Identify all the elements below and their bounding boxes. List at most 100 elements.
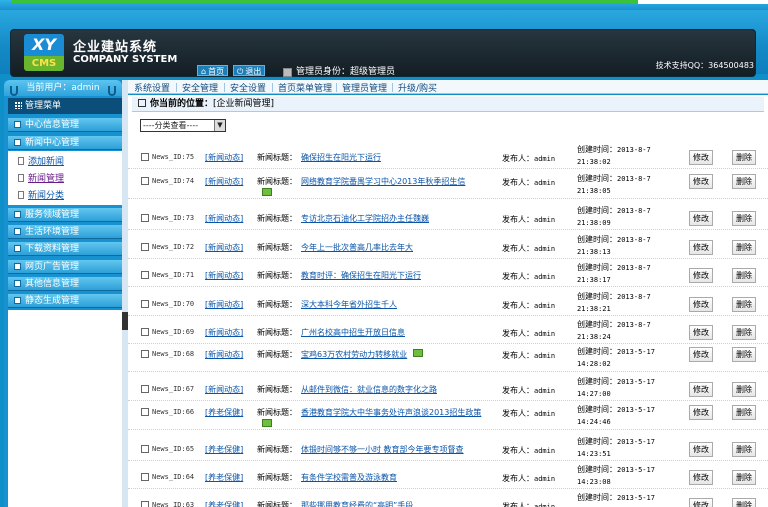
delete-button[interactable]: 删除 (732, 470, 756, 485)
news-category-link[interactable]: [新闻动态] (205, 327, 243, 338)
delete-button[interactable]: 删除 (732, 240, 756, 255)
news-title-link[interactable]: 从邮件到微信：就业信息的数字化之路 (301, 384, 437, 395)
row-checkbox[interactable] (141, 501, 149, 507)
edit-button[interactable]: 修改 (689, 382, 713, 397)
edit-button[interactable]: 修改 (689, 174, 713, 189)
sidebar-item-add-news[interactable]: 添加新闻 (18, 154, 64, 167)
delete-button[interactable]: 删除 (732, 150, 756, 165)
edit-button[interactable]: 修改 (689, 470, 713, 485)
news-title-link[interactable]: 有条件学校需普及游泳教育 (301, 472, 397, 483)
edit-button[interactable]: 修改 (689, 150, 713, 165)
edit-button[interactable]: 修改 (689, 211, 713, 226)
row-checkbox[interactable] (141, 243, 149, 251)
news-category-link[interactable]: [新闻动态] (205, 176, 243, 187)
news-title-link[interactable]: 香港教育学院大中华事务处许声浪谈2013招生政策 (301, 407, 481, 418)
sidebar-group-downloads[interactable]: 下载资料管理 (8, 242, 122, 256)
row-checkbox[interactable] (141, 177, 149, 185)
news-category-link[interactable]: [新闻动态] (205, 213, 243, 224)
sidebar-group-center-info[interactable]: 中心信息管理 (8, 118, 122, 132)
sidebar-group-service[interactable]: 服务领域管理 (8, 208, 122, 222)
delete-button[interactable]: 删除 (732, 174, 756, 189)
created-clock: 21:38:02 (577, 158, 611, 166)
row-checkbox[interactable] (141, 328, 149, 336)
delete-button[interactable]: 删除 (732, 347, 756, 362)
nav-security-settings[interactable]: 安全设置 (230, 81, 266, 94)
row-checkbox[interactable] (141, 408, 149, 416)
delete-button[interactable]: 删除 (732, 382, 756, 397)
news-category-link[interactable]: [养老保健] (205, 472, 243, 483)
logout-button[interactable]: ⏻ 退出 (233, 65, 266, 76)
row-checkbox[interactable] (141, 385, 149, 393)
delete-button[interactable]: 删除 (732, 405, 756, 420)
news-category-link[interactable]: [新闻动态] (205, 242, 243, 253)
news-title-label: 新闻标题： (257, 328, 297, 337)
document-icon (18, 174, 24, 182)
created-date: 2013-8-7 (617, 207, 651, 215)
news-title-link[interactable]: 那些挪用教育经费的“高明”手段 (301, 500, 413, 507)
row-checkbox[interactable] (141, 153, 149, 161)
delete-button[interactable]: 删除 (732, 268, 756, 283)
sidebar-group-static[interactable]: 静态生成管理 (8, 294, 122, 308)
sidebar-group-ads[interactable]: 网页广告管理 (8, 260, 122, 274)
row-checkbox[interactable] (141, 473, 149, 481)
edit-button[interactable]: 修改 (689, 498, 713, 507)
nav-home-menu-manage[interactable]: 首页菜单管理 (278, 81, 332, 94)
edit-button[interactable]: 修改 (689, 268, 713, 283)
news-row: News_ID:70 [新闻动态] 新闻标题： 深大本科今年省外招生千人 发布人：adm… (128, 288, 768, 316)
news-title-link[interactable]: 宝鸡63万农村劳动力转移就业 (301, 349, 407, 360)
news-title-link[interactable]: 广州名校高中招生开放日信息 (301, 327, 405, 338)
edit-button[interactable]: 修改 (689, 442, 713, 457)
news-id: News_ID:74 (152, 177, 195, 185)
sidebar-group-other[interactable]: 其他信息管理 (8, 277, 122, 291)
edit-button[interactable]: 修改 (689, 405, 713, 420)
row-checkbox[interactable] (141, 300, 149, 308)
news-title-link[interactable]: 确保招生在阳光下运行 (301, 152, 381, 163)
role-icon (283, 68, 292, 77)
news-id: News_ID:64 (152, 473, 195, 481)
news-category-link[interactable]: [新闻动态] (205, 349, 243, 360)
home-button[interactable]: ⌂ 首页 (197, 65, 229, 76)
nav-admin-manage[interactable]: 管理员管理 (342, 81, 387, 94)
created-date: 2013-5-17 (617, 406, 655, 414)
news-category-link[interactable]: [养老保健] (205, 407, 243, 418)
nav-upgrade-buy[interactable]: 升级/购买 (398, 81, 437, 94)
created-date: 2013-8-7 (617, 236, 651, 244)
row-checkbox[interactable] (141, 214, 149, 222)
news-category-link[interactable]: [新闻动态] (205, 299, 243, 310)
delete-button[interactable]: 删除 (732, 297, 756, 312)
news-row: News_ID:73 [新闻动态] 新闻标题： 专访北京石油化工学院招办主任魏巍 发布人… (128, 202, 768, 230)
delete-button[interactable]: 删除 (732, 211, 756, 226)
row-checkbox[interactable] (141, 271, 149, 279)
sidebar-item-news-category[interactable]: 新闻分类 (18, 188, 64, 201)
news-title-label: 新闻标题： (257, 300, 297, 309)
news-title-link[interactable]: 教育时评：确保招生在阳光下运行 (301, 270, 421, 281)
square-icon (14, 139, 21, 146)
row-checkbox[interactable] (141, 445, 149, 453)
category-filter-select[interactable]: ----分类查看---- ▼ (140, 119, 226, 132)
news-title-link[interactable]: 今年上一批次普高几率比去年大 (301, 242, 413, 253)
news-title-link[interactable]: 网络教育学院番禺学习中心2013年秋季招生信 (301, 176, 465, 187)
edit-button[interactable]: 修改 (689, 297, 713, 312)
delete-button[interactable]: 删除 (732, 442, 756, 457)
sidebar-group-news[interactable]: 新闻中心管理 (8, 136, 122, 150)
edit-button[interactable]: 修改 (689, 347, 713, 362)
nav-security-manage[interactable]: 安全管理 (182, 81, 218, 94)
edit-button[interactable]: 修改 (689, 325, 713, 340)
news-category-link[interactable]: [新闻动态] (205, 152, 243, 163)
news-category-link[interactable]: [新闻动态] (205, 270, 243, 281)
news-title-link[interactable]: 体锻时间够不够一小时 教育部今年要专项督查 (301, 444, 464, 455)
publisher-name: admin (534, 216, 556, 224)
nav-system-settings[interactable]: 系统设置 (134, 81, 170, 94)
news-category-link[interactable]: [养老保健] (205, 444, 243, 455)
news-title-link[interactable]: 专访北京石油化工学院招办主任魏巍 (301, 213, 429, 224)
news-category-link[interactable]: [新闻动态] (205, 384, 243, 395)
delete-button[interactable]: 删除 (732, 498, 756, 507)
row-checkbox[interactable] (141, 350, 149, 358)
sidebar-item-news-manage[interactable]: 新闻管理 (18, 171, 64, 184)
news-category-link[interactable]: [养老保健] (205, 500, 243, 507)
news-title-link[interactable]: 深大本科今年省外招生千人 (301, 299, 397, 310)
delete-button[interactable]: 删除 (732, 325, 756, 340)
news-title-label: 新闻标题： (257, 473, 297, 482)
edit-button[interactable]: 修改 (689, 240, 713, 255)
sidebar-group-environment[interactable]: 生活环境管理 (8, 225, 122, 239)
